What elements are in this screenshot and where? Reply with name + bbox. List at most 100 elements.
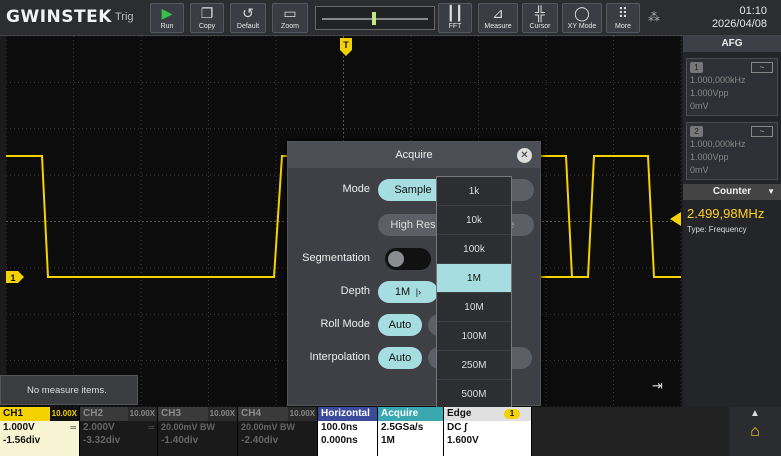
segmentation-label: Segmentation [302, 252, 370, 264]
ch4-probe: 10.00X [287, 407, 317, 421]
ch4-scale: 20.00mV BW [241, 422, 296, 432]
ch1-panel[interactable]: CH1 10.00X 1.000V ═ -1.56div [0, 407, 80, 456]
depth-option[interactable]: 10k [437, 206, 511, 235]
close-icon[interactable]: ✕ [517, 148, 532, 163]
depth-option[interactable]: 1k [437, 177, 511, 206]
chevron-right-icon: |› [413, 287, 422, 297]
acquire-panel[interactable]: Acquire 2.5GSa/s 1M [378, 407, 444, 456]
depth-option[interactable]: 100k [437, 235, 511, 264]
mode-label: Mode [342, 183, 370, 195]
cursor-button[interactable]: ╬ Cursor [522, 3, 558, 33]
chevron-up-icon: ▲ [750, 408, 760, 419]
ch2-name: CH2 [83, 408, 104, 419]
ch2-panel[interactable]: CH2 10.00X 2.000V ═ -3.32div [80, 407, 158, 456]
afg-frequency: 1.000,000kHz [690, 139, 746, 149]
afg-frequency: 1.000,000kHz [690, 75, 746, 85]
record-length: 1M [381, 435, 395, 446]
ch4-panel[interactable]: CH4 10.00X 20.00mV BW -2.40div [238, 407, 318, 456]
ch1-position: -1.56div [3, 435, 41, 446]
chevron-down-icon: ▼ [767, 187, 775, 196]
depth-select[interactable]: 1M |› [378, 281, 438, 303]
depth-option[interactable]: 100M [437, 322, 511, 351]
afg-channel-number: 1 [690, 62, 703, 73]
sample-rate: 2.5GSa/s [381, 422, 424, 433]
zoom-icon: ▭ [283, 5, 297, 21]
afg-header[interactable]: AFG [683, 36, 781, 52]
ch2-position: -3.32div [83, 435, 121, 446]
measure-toast: No measure items. [0, 375, 138, 405]
trigger-panel[interactable]: Edge 1 DC ∫ 1.600V [444, 407, 532, 456]
ch4-position: -2.40div [241, 435, 279, 446]
exit-icon[interactable]: ⇥ [652, 378, 663, 394]
trigger-level: 1.600V [447, 435, 479, 446]
afg-channel-1[interactable]: 1 ~ 1.000,000kHz 1.000Vpp 0mV [686, 58, 778, 116]
network-icon: ⁂ [648, 10, 660, 24]
horizontal-title: Horizontal [318, 407, 377, 421]
depth-option[interactable]: 500M [437, 380, 511, 409]
trigger-type: DC ∫ [447, 422, 467, 433]
clock-date: 2026/04/08 [711, 18, 767, 30]
fft-button[interactable]: ┃┃ FFT [438, 3, 472, 33]
ch3-panel[interactable]: CH3 10.00X 20.00mV BW -1.40div [158, 407, 238, 456]
afg-channel-2[interactable]: 2 ~ 1.000,000kHz 1.000Vpp 0mV [686, 122, 778, 180]
horizontal-panel[interactable]: Horizontal 100.0ns 0.000ns [318, 407, 378, 456]
ch4-name: CH4 [241, 408, 262, 419]
dc-coupling-icon: ═ [70, 423, 76, 432]
copy-icon: ❐ [200, 5, 214, 21]
ch1-name: CH1 [3, 408, 24, 419]
afg-amplitude: 1.000Vpp [690, 88, 729, 98]
roll-mode-auto-button[interactable]: Auto [378, 314, 422, 336]
trigger-source-badge: 1 [504, 409, 520, 419]
ch1-waveform [538, 155, 681, 278]
home-button[interactable]: ▲ ⌂ [729, 407, 781, 456]
toggle-knob [388, 251, 404, 267]
afg-channel-number: 2 [690, 126, 703, 137]
ch3-name: CH3 [161, 408, 182, 419]
acquire-title: Acquire [378, 407, 443, 421]
trigger-title: Edge [447, 408, 472, 419]
trigger-status: Trig [115, 11, 134, 23]
ch1-ground-label: 1 [10, 273, 15, 283]
depth-option[interactable]: 10M [437, 293, 511, 322]
sine-wave-icon: ~ [751, 62, 773, 73]
ch1-probe: 10.00X [49, 407, 79, 421]
trigger-position-label: T [343, 40, 349, 50]
counter-type: Type: Frequency [687, 225, 747, 234]
measure-button[interactable]: ⊿ Measure [478, 3, 518, 33]
home-icon: ⌂ [750, 423, 760, 440]
more-icon: ⠿ [617, 5, 629, 21]
trigger-level-marker [670, 212, 681, 226]
brand-logo: GWINSTEK [6, 7, 112, 27]
depth-dropdown[interactable]: 1k 10k 100k 1M 10M 100M 250M 500M [436, 176, 512, 409]
more-button[interactable]: ⠿ More [606, 3, 640, 33]
dialog-header: Acquire ✕ [288, 142, 540, 168]
ch3-position: -1.40div [161, 435, 199, 446]
counter-header[interactable]: Counter ▼ [683, 184, 781, 200]
default-button[interactable]: ↺ Default [230, 3, 266, 33]
ch2-probe: 10.00X [127, 407, 157, 421]
ch1-waveform [538, 155, 573, 278]
fft-icon: ┃┃ [446, 5, 464, 21]
memory-position-knob[interactable] [372, 12, 376, 25]
horizontal-scale: 100.0ns [321, 422, 358, 433]
right-panel: AFG 1 ~ 1.000,000kHz 1.000Vpp 0mV 2 ~ 1.… [683, 36, 781, 407]
sine-wave-icon: ~ [751, 126, 773, 137]
interpolation-auto-button[interactable]: Auto [378, 347, 422, 369]
counter-value: 2.499,98MHz [687, 206, 765, 221]
play-icon: ▶ [161, 5, 173, 21]
memory-position-bar[interactable] [315, 6, 435, 30]
ch3-scale: 20.00mV BW [161, 422, 216, 432]
dc-coupling-icon: ═ [148, 423, 154, 432]
interpolation-label: Interpolation [309, 351, 370, 363]
xy-icon: ◯ [574, 5, 590, 21]
segmentation-toggle[interactable] [385, 248, 431, 270]
copy-button[interactable]: ❐ Copy [190, 3, 224, 33]
depth-option[interactable]: 1M [437, 264, 511, 293]
ch1-waveform [6, 155, 294, 278]
xy-mode-button[interactable]: ◯ XY Mode [562, 3, 602, 33]
depth-option[interactable]: 250M [437, 351, 511, 380]
zoom-button[interactable]: ▭ Zoom [272, 3, 308, 33]
ch3-probe: 10.00X [207, 407, 237, 421]
run-button[interactable]: ▶ Run [150, 3, 184, 33]
clock: 01:10 2026/04/08 [712, 5, 767, 31]
